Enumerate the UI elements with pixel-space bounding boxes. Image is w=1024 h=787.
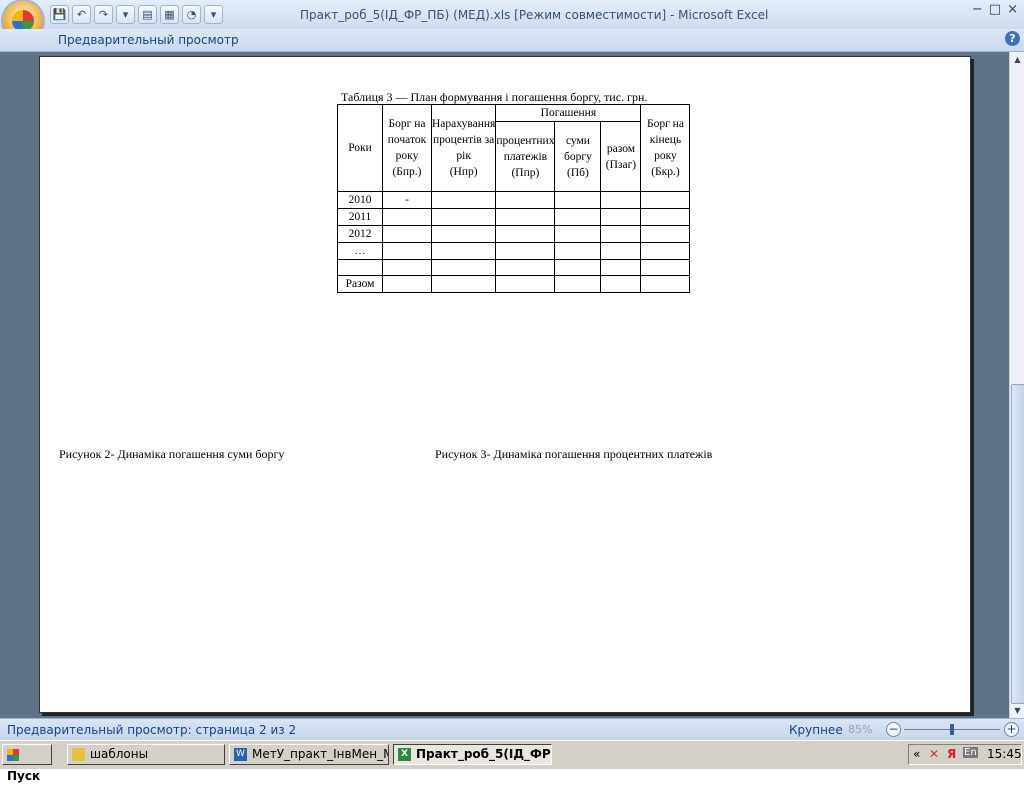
row-year: 2012 [337,225,383,243]
title-bar: 💾 ↶ ↷ ▾ ▤ ▦ ◔ ▾ Практ_роб_5(ІД_ФР_ПБ) (М… [0,0,1024,30]
zoom-in-button[interactable]: Крупнее [789,723,843,737]
table-row: … [337,242,691,260]
header-debt-start: Борг на початок року (Бпр.) [382,104,432,192]
yandex-icon[interactable]: Я [947,747,956,761]
figure-3-caption: Рисунок 3- Динаміка погашення процентних… [435,447,713,461]
header-principal-label: суми боргу [564,134,592,163]
header-debt-end-symbol: (Бкр.) [651,166,680,178]
table-row: 2010 - [337,191,691,209]
start-label: Пуск [7,769,41,783]
preview-page: Таблиця 3 — План формування і погашення … [39,56,971,713]
header-total-symbol: (Пзаг) [605,158,637,171]
tray-expand-icon[interactable]: « [913,747,920,761]
antivirus-icon[interactable]: ✕ [929,747,939,761]
tab-print-preview[interactable]: Предварительный просмотр [58,33,239,47]
task-word[interactable]: W МетУ_практ_ІнвМен_М... [229,744,389,765]
table-icon[interactable]: ▦ [160,5,179,24]
save-icon[interactable]: 💾 [50,5,69,24]
zoom-level[interactable]: 85% [848,723,872,736]
task-folder[interactable]: шаблоны [67,744,225,765]
window-title: Практ_роб_5(ІД_ФР_ПБ) (МЕД).xls [Режим с… [300,8,769,22]
undo-icon[interactable]: ↶ [72,5,91,24]
word-icon: W [234,748,247,761]
zoom-in-icon[interactable]: + [1004,722,1019,737]
spell-check-icon[interactable]: ◔ [182,5,201,24]
minimize-button[interactable]: − [972,2,983,17]
header-principal-symbol: (Пб) [567,166,589,179]
header-total: разом (Пзаг) [600,121,642,192]
figure-2-caption: Рисунок 2- Динаміка погашення суми боргу [59,447,285,461]
zoom-out-icon[interactable]: − [886,722,901,737]
header-years: Роки [337,104,383,192]
taskbar: Пуск шаблоны W МетУ_практ_ІнвМен_М... X Пр… [0,740,1024,783]
clock[interactable]: 15:45 [987,747,1022,761]
scroll-up-icon[interactable]: ▲ [1010,52,1024,67]
system-tray: « ✕ Я En 15:45 [908,744,1022,765]
row-year: 2010 [337,191,383,209]
header-debt-end: Борг на кінець року (Бкр.) [640,104,691,192]
dropdown-icon[interactable]: ▾ [116,5,135,24]
vertical-scrollbar[interactable]: ▲ ▼ [1009,52,1024,718]
scroll-down-icon[interactable]: ▼ [1010,703,1024,718]
table-row: 2011 [337,208,691,226]
print-preview-icon[interactable]: ▤ [138,5,157,24]
task-label: Практ_роб_5(ІД_ФР... [416,747,552,761]
status-page-info: Предварительный просмотр: страница 2 из … [7,723,297,737]
row-year: 2011 [337,208,383,226]
header-debt-start-symbol: (Бпр.) [392,166,422,178]
language-indicator[interactable]: En [963,747,978,758]
header-accrued: Нарахування процентів за рік (Нпр) [430,104,497,192]
task-label: шаблоны [90,747,149,761]
header-total-label: разом [606,142,636,155]
close-button[interactable]: × [1007,2,1018,17]
header-accrued-label: Нарахування процентів за рік [432,118,496,162]
table-caption: Таблиця 3 — План формування і погашення … [341,90,648,104]
table-row: 2012 [337,225,691,243]
zoom-slider-thumb[interactable] [950,724,954,735]
folder-icon [72,748,85,761]
task-label: МетУ_практ_ІнвМен_М... [252,747,388,761]
windows-logo-icon [7,749,19,761]
debt-start-value: - [382,191,432,209]
row-year: … [337,242,383,260]
help-icon[interactable]: ? [1005,31,1020,46]
start-button[interactable]: Пуск [2,744,52,783]
scroll-thumb[interactable] [1011,384,1024,704]
header-interest-label: процентних платежів [496,134,555,163]
table-row [337,259,691,276]
table-row-total: Разом [337,275,691,293]
quick-access-toolbar: 💾 ↶ ↷ ▾ ▤ ▦ ◔ ▾ [50,5,223,24]
debt-plan-table: Роки Борг на початок року (Бпр.) Нарахув… [337,104,691,293]
redo-icon[interactable]: ↷ [94,5,113,24]
preview-area: Таблиця 3 — План формування і погашення … [0,52,1009,718]
row-year [337,259,383,276]
status-bar: Предварительный просмотр: страница 2 из … [0,718,1024,741]
row-total-label: Разом [337,275,383,293]
ribbon-bar: Предварительный просмотр ? [0,29,1024,52]
header-interest-symbol: (Ппр) [511,166,540,179]
task-excel[interactable]: X Практ_роб_5(ІД_ФР... [393,744,552,765]
header-debt-end-label: Борг на кінець року [646,118,684,162]
customize-qat-icon[interactable]: ▾ [204,5,223,24]
header-repayment: Погашення [495,104,642,122]
header-principal: суми боргу (Пб) [554,121,602,192]
maximize-button[interactable]: □ [989,2,1001,17]
header-debt-start-label: Борг на початок року [387,118,427,162]
header-interest: процентних платежів (Ппр) [495,121,556,192]
window-controls: − □ × [972,2,1018,17]
header-accrued-symbol: (Нпр) [449,166,478,178]
excel-icon: X [398,748,411,761]
